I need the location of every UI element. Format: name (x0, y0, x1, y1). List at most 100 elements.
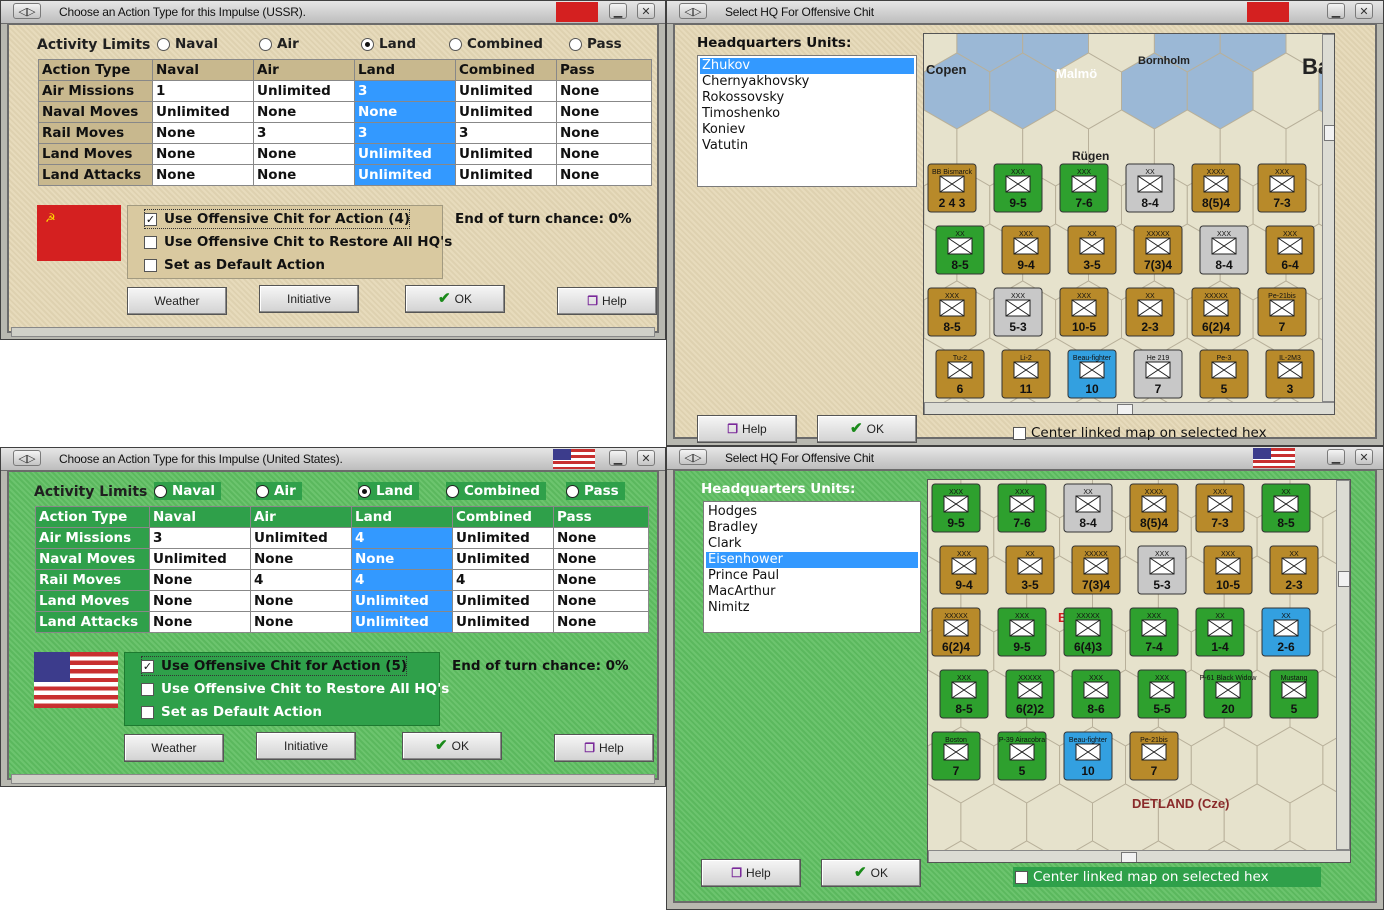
unit-counter[interactable]: XXXXX 6(2)4 (1191, 287, 1241, 337)
unit-counter[interactable]: XXX 5-3 (993, 287, 1043, 337)
unit-counter[interactable]: XX 8-5 (935, 225, 985, 275)
close-button[interactable]: ✕ (637, 3, 655, 19)
unit-counter[interactable]: Pe-3 5 (1199, 349, 1249, 399)
radio-land[interactable]: Land (361, 35, 416, 53)
help-button[interactable]: ❐ Help (701, 859, 801, 887)
unit-counter[interactable]: XXX 8-6 (1071, 669, 1121, 719)
hq-list-item[interactable]: Hodges (706, 504, 918, 520)
scroll-thumb[interactable] (1117, 404, 1133, 414)
hex-map-graphic[interactable]: MalmöBornholmRügenCopen Ba BB Bismarck2 4… (924, 34, 1335, 415)
unit-counter[interactable]: XXXXX 7(3)4 (1071, 545, 1121, 595)
unit-counter[interactable]: XX 2-3 (1269, 545, 1319, 595)
scroll-thumb[interactable] (1324, 125, 1334, 141)
unit-counter[interactable]: XX 8-4 (1125, 163, 1175, 213)
unit-counter[interactable]: XXXXX 7(3)4 (1133, 225, 1183, 275)
close-button[interactable]: ✕ (1355, 3, 1373, 19)
unit-counter[interactable]: XXX 8-5 (927, 287, 977, 337)
weather-button[interactable]: Weather (124, 734, 224, 762)
unit-counter[interactable]: XXX 5-3 (1137, 545, 1187, 595)
unit-counter[interactable]: XXX 6-4 (1265, 225, 1315, 275)
help-button[interactable]: ❐ Help (557, 287, 657, 315)
unit-counter[interactable]: Tu-2 6 (935, 349, 985, 399)
unit-counter[interactable]: XX 2-6 (1261, 607, 1311, 657)
hq-list-item[interactable]: Nimitz (706, 600, 918, 616)
unit-counter[interactable]: XXX 7-3 (1257, 163, 1307, 213)
hq-list-item[interactable]: Eisenhower (706, 552, 918, 568)
unit-counter[interactable]: XXX 5-5 (1137, 669, 1187, 719)
restore-hqs-checkbox[interactable]: Use Offensive Chit to Restore All HQ's (141, 679, 449, 699)
unit-counter[interactable]: Beau-fighter 10 (1063, 731, 1113, 781)
unit-counter[interactable]: XX 3-5 (1067, 225, 1117, 275)
system-menu-button[interactable]: ◁▷ (679, 449, 707, 465)
radio-combined[interactable]: Combined (449, 35, 543, 53)
radio-air[interactable]: Air (259, 35, 299, 53)
hex-map[interactable]: Malmö Bornholm Rügen Copen Ba BB Bismarck 2 4… (923, 33, 1335, 415)
hq-list-item[interactable]: Zhukov (700, 58, 914, 74)
default-action-checkbox[interactable]: Set as Default Action (141, 702, 322, 722)
ok-button[interactable]: ✔ OK (402, 732, 502, 760)
unit-counter[interactable]: XXX 10-5 (1059, 287, 1109, 337)
unit-counter[interactable]: XX 3-5 (1005, 545, 1055, 595)
radio-naval[interactable]: Naval (154, 482, 221, 500)
radio-pass[interactable]: Pass (566, 482, 625, 500)
minimize-button[interactable]: ▁ (1327, 449, 1345, 465)
unit-counter[interactable]: Mustang 5 (1269, 669, 1319, 719)
unit-counter[interactable]: XX 8-5 (1261, 483, 1311, 533)
map-horizontal-scrollbar[interactable] (924, 402, 1334, 414)
title-bar[interactable]: ◁▷ Choose an Action Type for this Impuls… (1, 1, 665, 24)
unit-counter[interactable]: XX 1-4 (1195, 607, 1245, 657)
radio-air[interactable]: Air (256, 482, 302, 500)
unit-counter[interactable]: XXX 9-4 (1001, 225, 1051, 275)
ok-button[interactable]: ✔ OK (821, 859, 921, 887)
title-bar[interactable]: ◁▷ Choose an Action Type for this Impuls… (1, 448, 665, 471)
map-vertical-scrollbar[interactable] (1322, 34, 1334, 402)
unit-counter[interactable]: XXX 7-6 (997, 483, 1047, 533)
hq-list-item[interactable]: Rokossovsky (700, 90, 914, 106)
ok-button[interactable]: ✔ OK (405, 285, 505, 313)
ok-button[interactable]: ✔ OK (817, 415, 917, 443)
title-bar[interactable]: ◁▷ Select HQ For Offensive Chit ▁ ✕ (667, 447, 1383, 470)
title-bar[interactable]: ◁▷ Select HQ For Offensive Chit ▁ ✕ (667, 1, 1383, 24)
center-map-checkbox[interactable]: Center linked map on selected hex (1013, 867, 1321, 887)
unit-counter[interactable]: XX 2-3 (1125, 287, 1175, 337)
scroll-thumb[interactable] (1338, 571, 1350, 587)
map-vertical-scrollbar[interactable] (1336, 480, 1350, 850)
unit-counter[interactable]: XX 8-4 (1063, 483, 1113, 533)
unit-counter[interactable]: XXXXX 6(2)2 (1005, 669, 1055, 719)
unit-counter[interactable]: XXX 10-5 (1203, 545, 1253, 595)
radio-naval[interactable]: Naval (157, 35, 218, 53)
system-menu-button[interactable]: ◁▷ (13, 3, 41, 19)
unit-counter[interactable]: XXXXX 6(2)4 (931, 607, 981, 657)
unit-counter[interactable]: XXX 8-4 (1199, 225, 1249, 275)
unit-counter[interactable]: XXX 7-6 (1059, 163, 1109, 213)
unit-counter[interactable]: XXX 7-3 (1195, 483, 1245, 533)
unit-counter[interactable]: XXXX 8(5)4 (1129, 483, 1179, 533)
radio-land[interactable]: Land (358, 482, 419, 500)
hex-map[interactable]: BEresDETLAND (Cze) XXX9-5XXX7-6XX8-4XXXX… (927, 479, 1351, 863)
unit-counter[interactable]: IL-2M3 3 (1265, 349, 1315, 399)
help-button[interactable]: ❐ Help (697, 415, 797, 443)
help-button[interactable]: ❐ Help (554, 734, 654, 762)
weather-button[interactable]: Weather (127, 287, 227, 315)
unit-counter[interactable]: P-39 Airacobra 5 (997, 731, 1047, 781)
hq-list-item[interactable]: Vatutin (700, 138, 914, 154)
hq-listbox[interactable]: Hodges Bradley Clark Eisenhower Prince P… (703, 501, 921, 633)
minimize-button[interactable]: ▁ (609, 450, 627, 466)
close-button[interactable]: ✕ (637, 450, 655, 466)
close-button[interactable]: ✕ (1355, 449, 1373, 465)
hq-list-item[interactable]: Prince Paul (706, 568, 918, 584)
unit-counter[interactable]: XXXX 8(5)4 (1191, 163, 1241, 213)
unit-counter[interactable]: XXX 9-5 (931, 483, 981, 533)
radio-pass[interactable]: Pass (569, 35, 622, 53)
system-menu-button[interactable]: ◁▷ (13, 450, 41, 466)
hq-list-item[interactable]: Koniev (700, 122, 914, 138)
hex-map-graphic[interactable]: BEresDETLAND (Cze) XXX9-5XXX7-6XX8-4XXXX… (928, 480, 1351, 863)
unit-counter[interactable]: Pe-21bis 7 (1257, 287, 1307, 337)
hq-list-item[interactable]: Chernyakhovsky (700, 74, 914, 90)
map-horizontal-scrollbar[interactable] (928, 850, 1350, 862)
unit-counter[interactable]: XXX 9-5 (993, 163, 1043, 213)
default-action-checkbox[interactable]: Set as Default Action (144, 255, 325, 275)
hq-list-item[interactable]: Bradley (706, 520, 918, 536)
unit-counter[interactable]: He 219 7 (1133, 349, 1183, 399)
minimize-button[interactable]: ▁ (609, 3, 627, 19)
